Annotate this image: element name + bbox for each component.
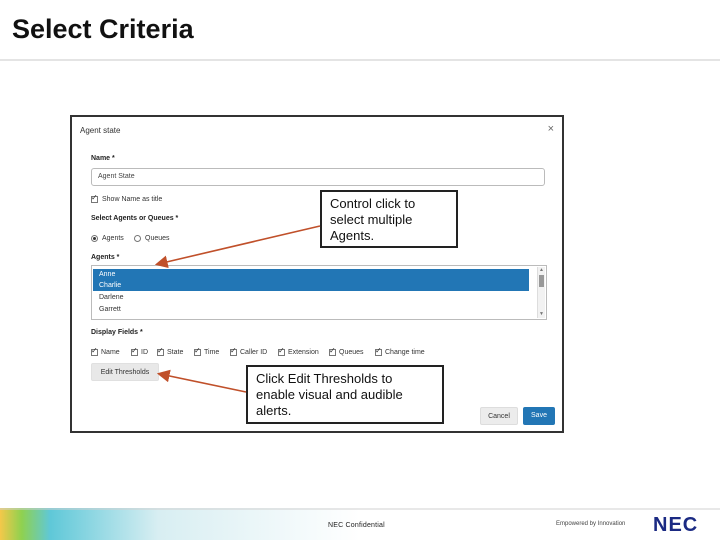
display-fields-label: Display Fields * [91, 329, 143, 336]
field-state-checkbox[interactable] [157, 346, 164, 356]
nec-logo: NEC [653, 514, 699, 536]
confidential-label: NEC Confidential [328, 522, 385, 529]
field-id-checkbox[interactable] [131, 346, 138, 356]
edit-thresholds-button[interactable]: Edit Thresholds [91, 363, 159, 381]
scroll-thumb[interactable] [539, 275, 544, 287]
field-change-time-checkbox[interactable] [375, 346, 382, 356]
field-queues-label: Queues [339, 349, 364, 356]
scroll-up-icon[interactable]: ▲ [539, 267, 544, 273]
list-item[interactable]: Garrett [93, 304, 529, 315]
callout-multi-select: Control click to select multiple Agents. [320, 190, 458, 248]
agents-listbox[interactable]: Anne Charlie Darlene Garrett ▲ ▼ [91, 265, 547, 320]
callout-line: Click Edit Thresholds to [256, 371, 393, 386]
callout-edit-thresholds: Click Edit Thresholds to enable visual a… [246, 365, 444, 424]
field-change-time-label: Change time [385, 349, 425, 356]
field-name-checkbox[interactable] [91, 346, 98, 356]
callout-line: enable visual and audible [256, 387, 403, 402]
name-label: Name * [91, 155, 115, 162]
title-divider [0, 59, 720, 61]
queues-radio[interactable] [134, 235, 141, 242]
callout-line: select multiple [330, 212, 413, 227]
field-time-label: Time [204, 349, 220, 356]
agents-radio[interactable] [91, 235, 98, 242]
slide-title: Select Criteria [12, 14, 194, 44]
field-name-label: Name [101, 349, 120, 356]
field-id-label: ID [141, 349, 148, 356]
callout-line: Agents. [330, 228, 375, 243]
field-caller-id-label: Caller ID [240, 349, 268, 356]
agents-radio-label: Agents [102, 235, 124, 242]
cancel-button[interactable]: Cancel [480, 407, 518, 425]
field-caller-id-checkbox[interactable] [230, 346, 237, 356]
select-agents-queues-label: Select Agents or Queues * [91, 215, 179, 222]
name-input[interactable]: Agent State [91, 168, 545, 186]
queues-radio-label: Queues [145, 235, 170, 242]
field-queues-checkbox[interactable] [329, 346, 336, 356]
agents-label: Agents * [91, 254, 120, 261]
list-item[interactable]: Darlene [93, 292, 529, 303]
agents-scrollbar[interactable]: ▲ ▼ [537, 267, 545, 318]
field-state-label: State [167, 349, 184, 356]
scroll-down-icon[interactable]: ▼ [539, 311, 544, 317]
show-name-checkbox[interactable] [91, 193, 98, 203]
list-item[interactable]: Charlie [93, 280, 529, 291]
tagline: Empowered by Innovation [556, 521, 626, 527]
field-extension-label: Extension [288, 349, 319, 356]
field-extension-checkbox[interactable] [278, 346, 285, 356]
list-item[interactable]: Anne [93, 269, 529, 280]
callout-line: Control click to [330, 196, 416, 211]
field-time-checkbox[interactable] [194, 346, 201, 356]
save-button[interactable]: Save [523, 407, 555, 425]
callout-line: alerts. [256, 403, 292, 418]
show-name-label: Show Name as title [102, 196, 163, 203]
close-icon[interactable]: × [548, 123, 554, 135]
dialog-title: Agent state [80, 126, 121, 135]
